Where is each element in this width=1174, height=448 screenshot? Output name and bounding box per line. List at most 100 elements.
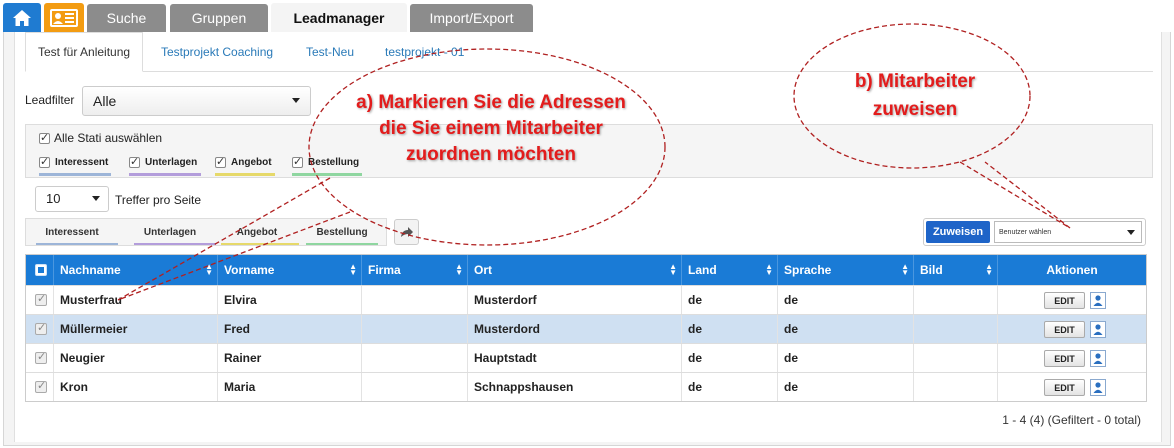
status-underline-angebot: [215, 173, 275, 176]
cell-land: de: [682, 286, 778, 314]
column-header-label: Land: [688, 263, 717, 277]
leadfilter-select[interactable]: Alle: [82, 86, 311, 116]
cell-land: de: [682, 373, 778, 401]
share-button[interactable]: [394, 219, 419, 245]
cell-ort: Musterdord: [468, 315, 682, 343]
select-all-stati[interactable]: Alle Stati auswählen: [39, 131, 162, 145]
cell-vorname: Elvira: [218, 286, 362, 314]
leadfilter-value: Alle: [93, 93, 117, 109]
cell-firma: [362, 344, 468, 372]
cell-vorname: Maria: [218, 373, 362, 401]
user-select[interactable]: Benutzer wählen: [994, 221, 1142, 243]
tab-suche[interactable]: Suche: [87, 4, 166, 32]
edit-button[interactable]: EDIT: [1044, 379, 1085, 396]
cell-bild: [914, 286, 998, 314]
column-header-label: Sprache: [784, 263, 832, 277]
per-page-select[interactable]: 10: [35, 186, 109, 212]
filter-button-unterlagen[interactable]: Unterlagen: [134, 227, 206, 238]
cell-land: de: [682, 315, 778, 343]
cell-firma: [362, 315, 468, 343]
edit-button[interactable]: EDIT: [1044, 292, 1085, 309]
column-header-bild[interactable]: Bild ▲ ▼: [914, 255, 998, 285]
cell-bild: [914, 344, 998, 372]
filter-button-bestellung[interactable]: Bestellung: [306, 227, 378, 238]
leads-table: Nachname ▲ ▼ Vorname ▲ ▼ Firma ▲ ▼ Ort ▲ ▼ L…: [25, 254, 1147, 402]
cell-nachname: Müllermeier: [54, 315, 218, 343]
leadfilter-label: Leadfilter: [25, 93, 75, 107]
assign-button[interactable]: Zuweisen: [926, 221, 990, 243]
filter-underline-bestellung: [306, 243, 378, 245]
status-checkbox-angebot[interactable]: Angebot: [215, 155, 272, 168]
user-icon: [1093, 324, 1103, 335]
column-header-nachname[interactable]: Nachname ▲ ▼: [54, 255, 218, 285]
header-select-cell: [26, 255, 54, 285]
sort-icon: ▲ ▼: [985, 262, 993, 277]
status-checkbox-unterlagen[interactable]: Unterlagen: [129, 155, 197, 168]
cell-nachname: Musterfrau: [54, 286, 218, 314]
sort-icon: ▲ ▼: [901, 262, 909, 277]
cell-ort: Musterdorf: [468, 286, 682, 314]
column-header-sprache[interactable]: Sprache ▲ ▼: [778, 255, 914, 285]
cell-bild: [914, 315, 998, 343]
caret-down-icon: [292, 98, 300, 103]
column-header-vorname[interactable]: Vorname ▲ ▼: [218, 255, 362, 285]
table-row[interactable]: Müllermeier Fred Musterdord de de EDIT: [26, 314, 1146, 343]
contact-card-button[interactable]: [44, 3, 84, 32]
project-tab-test-fuer-anleitung[interactable]: Test für Anleitung: [25, 32, 144, 72]
user-icon: [1093, 353, 1103, 364]
status-checkbox-bestellung[interactable]: Bestellung: [292, 155, 359, 168]
table-row[interactable]: Neugier Rainer Hauptstadt de de EDIT: [26, 343, 1146, 372]
status-label: Angebot: [231, 157, 272, 168]
edit-button[interactable]: EDIT: [1044, 350, 1085, 367]
cell-sprache: de: [778, 286, 914, 314]
assign-user-button[interactable]: [1090, 321, 1106, 338]
per-page-value: 10: [46, 191, 61, 206]
callout-text-a: a) Markieren Sie die Adressen die Sie ei…: [356, 92, 626, 165]
project-tab-testprojekt-coaching[interactable]: Testprojekt Coaching: [161, 32, 273, 72]
column-header-firma[interactable]: Firma ▲ ▼: [362, 255, 468, 285]
status-checkbox-interessent[interactable]: Interessent: [39, 155, 109, 168]
share-arrow-icon: [400, 227, 413, 237]
select-cell: [26, 344, 54, 372]
cell-nachname: Neugier: [54, 344, 218, 372]
project-tab-test-neu[interactable]: Test-Neu: [306, 32, 354, 72]
edit-button[interactable]: EDIT: [1044, 321, 1085, 338]
tab-import-export[interactable]: Import/Export: [410, 4, 533, 32]
assign-user-button[interactable]: [1090, 350, 1106, 367]
table-row[interactable]: Kron Maria Schnappshausen de de EDIT: [26, 372, 1146, 401]
filter-button-angebot[interactable]: Angebot: [221, 227, 293, 238]
user-icon: [1093, 382, 1103, 393]
sort-icon: ▲ ▼: [765, 262, 773, 277]
status-underline-unterlagen: [129, 173, 201, 176]
select-all-stati-label: Alle Stati auswählen: [54, 131, 163, 145]
checkbox-icon[interactable]: [292, 155, 303, 168]
checkbox-icon[interactable]: [215, 155, 226, 168]
select-cell: [26, 373, 54, 401]
filter-underline-angebot: [221, 243, 299, 245]
assign-user-button[interactable]: [1090, 379, 1106, 396]
callout-text-b: b) Mitarbeiter zuweisen: [854, 71, 976, 120]
cell-ort: Hauptstadt: [468, 344, 682, 372]
column-header-label: Vorname: [224, 263, 275, 277]
home-button[interactable]: [3, 3, 41, 32]
tab-gruppen[interactable]: Gruppen: [170, 4, 268, 32]
contact-card-icon: [50, 8, 78, 27]
column-header-label: Bild: [920, 263, 943, 277]
status-label: Interessent: [55, 157, 109, 168]
checkbox-icon[interactable]: [39, 155, 50, 168]
column-header-ort[interactable]: Ort ▲ ▼: [468, 255, 682, 285]
select-all-rows-checkbox[interactable]: [35, 264, 47, 276]
cell-bild: [914, 373, 998, 401]
checkbox-icon[interactable]: [39, 131, 50, 145]
filter-underline-interessent: [36, 243, 118, 245]
cell-nachname: Kron: [54, 373, 218, 401]
sort-icon: ▲ ▼: [455, 262, 463, 277]
tab-leadmanager[interactable]: Leadmanager: [271, 3, 407, 32]
assign-user-button[interactable]: [1090, 292, 1106, 309]
cell-firma: [362, 373, 468, 401]
project-tab-testprojekt-01[interactable]: testprojekt - 01: [385, 32, 464, 72]
filter-button-interessent[interactable]: Interessent: [36, 227, 108, 238]
table-row[interactable]: Musterfrau Elvira Musterdorf de de EDIT: [26, 285, 1146, 314]
checkbox-icon[interactable]: [129, 155, 140, 168]
column-header-land[interactable]: Land ▲ ▼: [682, 255, 778, 285]
